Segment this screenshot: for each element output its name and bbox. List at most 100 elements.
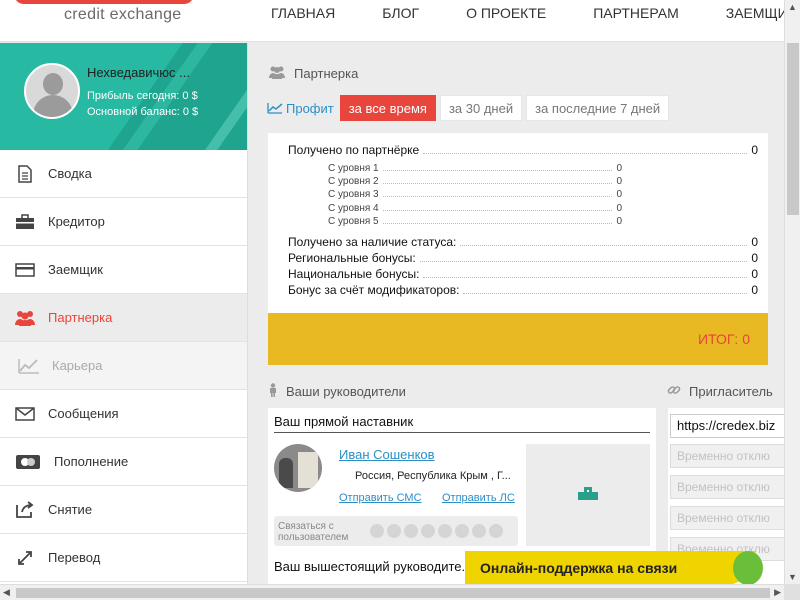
avatar[interactable] bbox=[24, 63, 80, 119]
sidebar-item-messages[interactable]: Сообщения bbox=[0, 390, 247, 438]
twitter-icon[interactable] bbox=[438, 524, 452, 538]
row-level-2: С уровня 20 bbox=[328, 176, 622, 187]
tab-7-days[interactable]: за последние 7 дней bbox=[526, 95, 670, 121]
vk-icon[interactable] bbox=[370, 524, 384, 538]
sidebar-item-summary[interactable]: Сводка bbox=[0, 150, 247, 198]
contact-bar: Связаться с пользователем bbox=[274, 516, 518, 546]
online-support-button[interactable]: Онлайн-поддержка на связи bbox=[465, 551, 763, 585]
disabled-field-1: Временно отклю bbox=[670, 444, 790, 468]
scroll-right-icon[interactable]: ▶ bbox=[774, 587, 781, 598]
senior-leader-title: Ваш вышестоящий руководите... bbox=[274, 559, 473, 574]
email-icon[interactable] bbox=[472, 524, 486, 538]
row-level-5: С уровня 50 bbox=[328, 216, 622, 227]
row-status: Получено за наличие статуса: 0 bbox=[288, 235, 758, 249]
horizontal-scroll-thumb[interactable] bbox=[16, 588, 770, 598]
building-icon bbox=[578, 487, 598, 500]
sidebar-item-label: Кредитор bbox=[48, 214, 105, 229]
sidebar-item-creditor[interactable]: Кредитор bbox=[0, 198, 247, 246]
document-icon bbox=[14, 164, 36, 184]
youtube-icon[interactable] bbox=[455, 524, 469, 538]
sidebar-item-withdraw[interactable]: Снятие bbox=[0, 486, 247, 534]
share-icon bbox=[14, 500, 36, 520]
users-icon bbox=[14, 308, 36, 328]
logo-subtitle: credit exchange bbox=[64, 6, 182, 23]
nav-partners[interactable]: ПАРТНЕРАМ bbox=[593, 5, 679, 21]
direct-mentor-title: Ваш прямой наставник bbox=[274, 414, 650, 433]
person-icon bbox=[268, 383, 278, 400]
sidebar-item-label: Карьера bbox=[52, 358, 103, 373]
disabled-field-2: Временно отклю bbox=[670, 475, 790, 499]
support-label: Онлайн-поддержка на связи bbox=[480, 560, 678, 576]
user-name[interactable]: Нехведавичюс ... bbox=[87, 65, 190, 80]
chart-icon bbox=[18, 356, 40, 376]
nav-about[interactable]: О ПРОЕКТЕ bbox=[466, 5, 546, 21]
link-icon bbox=[667, 383, 681, 400]
profit-label: Профит bbox=[267, 101, 334, 116]
tab-30-days[interactable]: за 30 дней bbox=[439, 95, 523, 121]
vertical-scroll-thumb[interactable] bbox=[787, 43, 799, 215]
scroll-down-icon[interactable]: ▼ bbox=[788, 572, 797, 582]
horizontal-scrollbar[interactable]: ◀ ▶ bbox=[0, 584, 784, 600]
section-leaders: Ваши руководители bbox=[268, 383, 406, 400]
row-level-1: С уровня 10 bbox=[328, 163, 622, 174]
sidebar-item-label: Перевод bbox=[48, 550, 101, 565]
period-tabs: Профит за все время за 30 дней за послед… bbox=[267, 95, 673, 121]
mentor-name-link[interactable]: Иван Сошенков bbox=[339, 447, 435, 462]
profile-card: Нехведавичюс ... Прибыль сегодня: 0 $ Ос… bbox=[0, 43, 247, 150]
main-nav: ГЛАВНАЯ БЛОГ О ПРОЕКТЕ ПАРТНЕРАМ ЗАЕМЩИК bbox=[271, 5, 800, 21]
main-content: Партнерка Профит за все время за 30 дней… bbox=[249, 43, 790, 600]
users-icon bbox=[268, 65, 286, 82]
chat-icon[interactable] bbox=[489, 524, 503, 538]
odnoklassniki-icon[interactable] bbox=[404, 524, 418, 538]
nav-home[interactable]: ГЛАВНАЯ bbox=[271, 5, 335, 21]
card-icon bbox=[14, 260, 36, 280]
nav-blog[interactable]: БЛОГ bbox=[382, 5, 419, 21]
sidebar-item-borrower[interactable]: Заемщик bbox=[0, 246, 247, 294]
row-modifiers: Бонус за счёт модификаторов: 0 bbox=[288, 283, 758, 297]
scroll-left-icon[interactable]: ◀ bbox=[3, 587, 10, 598]
payment-card-icon bbox=[14, 452, 42, 472]
sidebar-item-transfer[interactable]: Перевод bbox=[0, 534, 247, 582]
row-national: Национальные бонусы: 0 bbox=[288, 267, 758, 281]
row-regional: Региональные бонусы: 0 bbox=[288, 251, 758, 265]
profit-card: Получено по партнёрке 0 С уровня 10 С уро… bbox=[268, 133, 768, 365]
sidebar-item-partnerka[interactable]: Партнерка bbox=[0, 294, 247, 342]
inviter-title: Пригласитель bbox=[689, 384, 773, 399]
section-partnerka: Партнерка bbox=[268, 65, 358, 82]
sidebar-item-label: Партнерка bbox=[48, 310, 113, 325]
sidebar-item-career[interactable]: Карьера bbox=[0, 342, 247, 390]
referral-url-field[interactable]: https://credex.biz bbox=[670, 414, 790, 438]
sidebar-item-label: Пополнение bbox=[54, 454, 129, 469]
total-value: ИТОГ: 0 bbox=[697, 331, 750, 347]
envelope-icon bbox=[14, 404, 36, 424]
section-inviter: Пригласитель bbox=[667, 383, 773, 400]
line-chart-icon bbox=[267, 103, 283, 114]
contact-label: Связаться с пользователем bbox=[278, 521, 349, 543]
page-title: Партнерка bbox=[294, 66, 359, 81]
scroll-up-icon[interactable]: ▲ bbox=[788, 2, 797, 12]
send-ls-link[interactable]: Отправить ЛС bbox=[442, 492, 515, 504]
logo[interactable] bbox=[14, 0, 194, 4]
facebook-icon[interactable] bbox=[387, 524, 401, 538]
sidebar-item-label: Заемщик bbox=[48, 262, 103, 277]
row-level-4: С уровня 40 bbox=[328, 203, 622, 214]
map-placeholder bbox=[526, 444, 650, 546]
row-level-3: С уровня 30 bbox=[328, 189, 622, 200]
main-balance: Основной баланс: 0 $ bbox=[87, 106, 199, 118]
sidebar-item-label: Сводка bbox=[48, 166, 92, 181]
mentor-location: Россия, Республика Крым , Г... bbox=[355, 470, 511, 482]
social-icons bbox=[370, 524, 506, 538]
sidebar-item-label: Сообщения bbox=[48, 406, 119, 421]
sidebar-item-deposit[interactable]: Пополнение bbox=[0, 438, 247, 486]
send-sms-link[interactable]: Отправить СМС bbox=[339, 492, 422, 504]
profit-today: Прибыль сегодня: 0 $ bbox=[87, 90, 198, 102]
vertical-scrollbar[interactable]: ▲ ▼ bbox=[784, 0, 800, 584]
top-bar: credit exchange ГЛАВНАЯ БЛОГ О ПРОЕКТЕ П… bbox=[0, 0, 796, 42]
sidebar: Нехведавичюс ... Прибыль сегодня: 0 $ Ос… bbox=[0, 43, 248, 600]
sidebar-item-label: Снятие bbox=[48, 502, 93, 517]
skype-icon[interactable] bbox=[421, 524, 435, 538]
mentor-avatar[interactable] bbox=[274, 444, 322, 492]
total-bar: ИТОГ: 0 bbox=[268, 313, 768, 365]
tab-all-time[interactable]: за все время bbox=[339, 95, 436, 121]
arrows-icon bbox=[14, 548, 36, 568]
